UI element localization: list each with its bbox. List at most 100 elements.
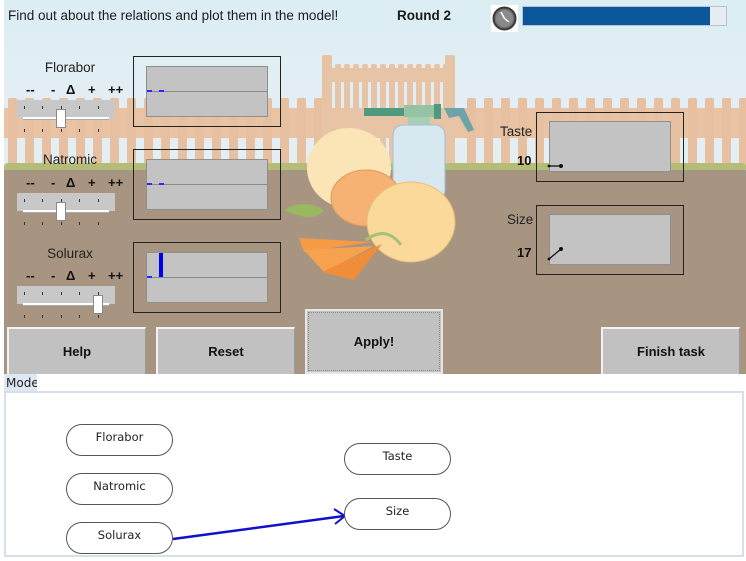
slider-tick (79, 199, 80, 202)
scale-label: - (51, 268, 56, 283)
edge-solurax-to-size[interactable] (172, 514, 345, 541)
factor-label-florabor: Florabor (44, 60, 96, 75)
slider-tick (42, 199, 43, 202)
header-bar: Find out about the relations and plot th… (4, 0, 746, 34)
slider-tick (24, 292, 25, 295)
scale-label: Δ (66, 82, 76, 97)
slider-tick (24, 129, 25, 132)
instruction-text: Find out about the relations and plot th… (8, 8, 339, 23)
scale-label: Δ (66, 175, 76, 190)
input-history-natromic (133, 149, 281, 220)
slider-tick (42, 106, 43, 109)
scale-label: + (88, 268, 96, 283)
input-history-solurax (133, 242, 281, 313)
input-plot (146, 252, 268, 303)
scale-label: ++ (108, 268, 124, 283)
slider-tick (98, 315, 99, 318)
input-history-mark (159, 183, 164, 185)
clock-icon (491, 5, 518, 32)
slider-tick (42, 292, 43, 295)
timer-progress-bar (522, 6, 727, 26)
trend-line (548, 248, 562, 260)
model-node-size[interactable]: Size (344, 498, 451, 530)
output-history-taste (536, 112, 684, 182)
timer-progress-fill (523, 7, 710, 25)
slider-tick (24, 199, 25, 202)
slider-tick (61, 292, 62, 295)
scale-labels-natromic: -- - Δ + ++ (26, 175, 136, 190)
slider-tick (79, 315, 80, 318)
trend-point (547, 164, 551, 168)
slider-tick (79, 129, 80, 132)
apply-button[interactable]: Apply! (305, 309, 443, 374)
fence-picket (467, 98, 476, 168)
slider-florabor[interactable] (17, 100, 115, 130)
slider-thumb[interactable] (56, 202, 66, 221)
fence-picket (705, 98, 714, 168)
input-history-mark (147, 90, 152, 92)
slider-tick (61, 199, 62, 202)
output-plot (547, 121, 671, 172)
model-node-florabor[interactable]: Florabor (66, 424, 173, 456)
slider-ticks (17, 222, 115, 228)
trend-point (547, 257, 551, 261)
trend-point (559, 247, 563, 251)
slider-solurax[interactable] (17, 286, 115, 316)
app-window: Find out about the relations and plot th… (0, 0, 746, 561)
output-value-taste: 10 (517, 153, 532, 168)
fence-picket (688, 98, 697, 168)
slider-tick (42, 315, 43, 318)
input-plot (146, 159, 268, 210)
slider-tick (61, 106, 62, 109)
slider-tick (61, 129, 62, 132)
output-plot (547, 214, 671, 265)
input-plot (146, 66, 268, 117)
slider-natromic[interactable] (17, 193, 115, 223)
model-node-solurax[interactable]: Solurax (66, 522, 173, 554)
size-trend-line (547, 247, 563, 261)
input-history-mark (159, 253, 163, 277)
output-value-size: 17 (517, 245, 532, 260)
factor-label-solurax: Solurax (47, 246, 93, 261)
slider-thumb[interactable] (56, 109, 66, 128)
slider-tick (98, 222, 99, 225)
fence-picket (280, 98, 289, 168)
slider-tick (98, 106, 99, 109)
slider-tick (42, 129, 43, 132)
finish-task-button[interactable]: Finish task (601, 327, 740, 374)
input-history-florabor (133, 56, 281, 127)
scale-label: - (51, 82, 56, 97)
slider-tick (98, 199, 99, 202)
fence-picket (297, 98, 306, 168)
fence-picket (484, 98, 493, 168)
slider-track (23, 210, 109, 213)
model-node-natromic[interactable]: Natromic (66, 473, 173, 505)
output-label-taste: Taste (500, 124, 533, 139)
scale-label: -- (26, 268, 35, 283)
scale-labels-florabor: -- - Δ + ++ (26, 82, 136, 97)
slider-tick (42, 222, 43, 225)
help-button[interactable]: Help (7, 327, 146, 374)
output-history-size (536, 205, 684, 275)
slider-tick (79, 106, 80, 109)
scale-label: - (51, 175, 56, 190)
scale-label: ++ (108, 175, 124, 190)
model-canvas[interactable]: Florabor Natromic Solurax Taste Size (4, 391, 744, 557)
reset-button[interactable]: Reset (156, 327, 295, 374)
model-node-taste[interactable]: Taste (344, 443, 451, 475)
slider-track (23, 117, 109, 120)
scale-label: + (88, 175, 96, 190)
input-history-mark (147, 183, 152, 185)
slider-tick (98, 292, 99, 295)
model-tab[interactable]: Model (4, 374, 37, 392)
slider-thumb[interactable] (93, 295, 103, 314)
slider-track-bg (17, 193, 115, 211)
slider-tick (98, 129, 99, 132)
output-label-size: Size (507, 212, 534, 227)
round-label: Round 2 (397, 8, 451, 23)
slider-tick (24, 315, 25, 318)
slider-ticks (17, 315, 115, 321)
scale-label: ++ (108, 82, 124, 97)
scale-label: -- (26, 82, 35, 97)
scale-labels-solurax: -- - Δ + ++ (26, 268, 136, 283)
